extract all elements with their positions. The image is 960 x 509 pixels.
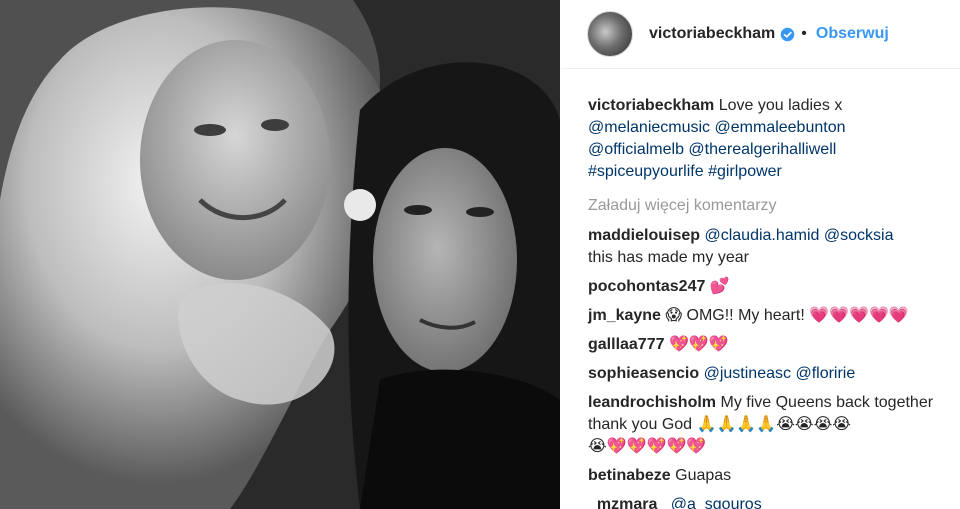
caption-text: Love you ladies x bbox=[718, 97, 843, 114]
comment-item: jm_kayne 😱 OMG!! My heart! 💗💗💗💗💗 bbox=[588, 305, 940, 327]
comment-text: Guapas bbox=[675, 467, 732, 484]
verified-badge-icon bbox=[781, 27, 795, 41]
comments-list: victoriabeckham Love you ladies x @melan… bbox=[561, 69, 960, 509]
comment-mentions[interactable]: @justineasc @floririe bbox=[704, 365, 856, 382]
comment-username[interactable]: betinabeze bbox=[588, 467, 671, 484]
comment-item: pocohontas247 💕 bbox=[588, 276, 940, 298]
comment-item: sophieasencio @justineasc @floririe bbox=[588, 363, 940, 385]
comment-item: _mzmara_ @a_sgouros bbox=[588, 494, 940, 509]
comment-text-continued: 😭💖💖💖💖💖 bbox=[588, 438, 707, 455]
post-author-username[interactable]: victoriabeckham bbox=[649, 25, 775, 43]
comment-username[interactable]: _mzmara_ bbox=[588, 496, 666, 509]
comment-item: galllaa777 💖💖💖 bbox=[588, 334, 940, 356]
comment-item: leandrochisholm My five Queens back toge… bbox=[588, 392, 940, 458]
post-side-panel: victoriabeckham • Obserwuj victoriabeckh… bbox=[561, 0, 960, 509]
photo-illustration bbox=[0, 0, 560, 509]
comment-text: this has made my year bbox=[588, 249, 749, 266]
post-photo[interactable] bbox=[0, 0, 560, 509]
comment-mentions[interactable]: @a_sgouros bbox=[671, 496, 762, 509]
load-more-comments-button[interactable]: Załaduj więcej komentarzy bbox=[588, 197, 940, 215]
comment-username[interactable]: jm_kayne bbox=[588, 307, 661, 324]
follow-button[interactable]: Obserwuj bbox=[816, 25, 889, 43]
caption-hashtags[interactable]: #spiceupyourlife #girlpower bbox=[588, 163, 782, 180]
comment-text: 💕 bbox=[709, 278, 730, 295]
comment-text: 💖💖💖 bbox=[668, 336, 729, 353]
comment-text: 😱 OMG!! My heart! 💗💗💗💗💗 bbox=[665, 307, 909, 324]
comment-username[interactable]: galllaa777 bbox=[588, 336, 665, 353]
caption-mentions-2[interactable]: @officialmelb @therealgerihalliwell bbox=[588, 141, 836, 158]
comment-item: maddielouisep @claudia.hamid @socksia th… bbox=[588, 225, 940, 269]
separator-dot: • bbox=[801, 25, 807, 42]
post-header: victoriabeckham • Obserwuj bbox=[561, 0, 960, 69]
comment-username[interactable]: sophieasencio bbox=[588, 365, 699, 382]
caption-mentions-1[interactable]: @melaniecmusic @emmaleebunton bbox=[588, 119, 845, 136]
caption-username[interactable]: victoriabeckham bbox=[588, 97, 714, 114]
comment-username[interactable]: maddielouisep bbox=[588, 227, 700, 244]
avatar[interactable] bbox=[587, 11, 633, 57]
caption: victoriabeckham Love you ladies x @melan… bbox=[588, 95, 940, 183]
comment-username[interactable]: leandrochisholm bbox=[588, 394, 716, 411]
comment-mentions[interactable]: @claudia.hamid @socksia bbox=[704, 227, 893, 244]
comment-item: betinabeze Guapas bbox=[588, 465, 940, 487]
comment-username[interactable]: pocohontas247 bbox=[588, 278, 705, 295]
